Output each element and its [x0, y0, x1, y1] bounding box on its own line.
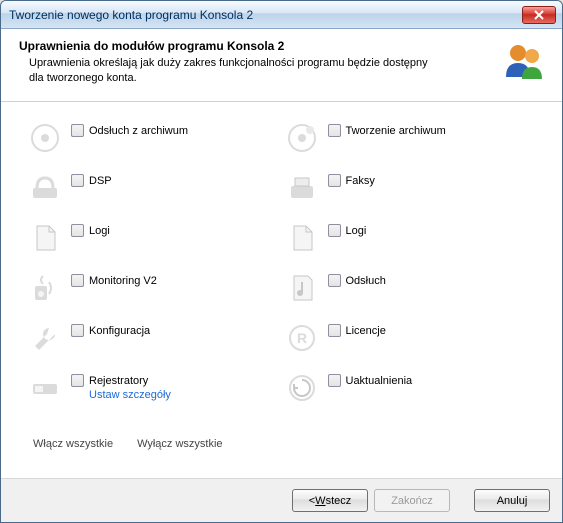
checkbox-archive-create[interactable]: [328, 124, 341, 137]
checkbox-logs-right[interactable]: [328, 224, 341, 237]
checkbox-dsp[interactable]: [71, 174, 84, 187]
header-title: Uprawnienia do modułów programu Konsola …: [19, 39, 488, 53]
wrench-icon: [29, 322, 61, 354]
page-icon: [29, 222, 61, 254]
wizard-window: Tworzenie nowego konta programu Konsola …: [0, 0, 563, 523]
label-fax: Faksy: [346, 175, 375, 187]
permission-recorders: Rejestratory Ustaw szczegóły: [29, 372, 278, 404]
permission-licenses: R Licencje: [286, 322, 535, 354]
checkbox-archive-listen[interactable]: [71, 124, 84, 137]
label-config: Konfiguracja: [89, 325, 150, 337]
phone-icon: [29, 172, 61, 204]
checkbox-fax[interactable]: [328, 174, 341, 187]
checkbox-config[interactable]: [71, 324, 84, 337]
header-description: Uprawnienia określają jak duży zakres fu…: [19, 56, 439, 86]
label-logs-right: Logi: [346, 225, 367, 237]
enable-all-link[interactable]: Włącz wszystkie: [33, 438, 113, 450]
disc-icon: [29, 122, 61, 154]
disable-all-link[interactable]: Wyłącz wszystkie: [137, 438, 222, 450]
window-title: Tworzenie nowego konta programu Konsola …: [9, 8, 522, 22]
footer: < Wstecz Zakończ Anuluj: [1, 478, 562, 522]
titlebar: Tworzenie nowego konta programu Konsola …: [1, 1, 562, 29]
permissions-grid: Odsłuch z archiwum Tworzenie archiwum DSP F…: [29, 122, 534, 404]
speaker-icon: [29, 272, 61, 304]
registered-icon: R: [286, 322, 318, 354]
checkbox-monitoring[interactable]: [71, 274, 84, 287]
label-dsp: DSP: [89, 175, 112, 187]
label-archive-create: Tworzenie archiwum: [346, 125, 446, 137]
cancel-button[interactable]: Anuluj: [474, 489, 550, 512]
label-logs-left: Logi: [89, 225, 110, 237]
back-button[interactable]: < Wstecz: [292, 489, 368, 512]
disc-burn-icon: [286, 122, 318, 154]
permission-logs-right: Logi: [286, 222, 535, 254]
permission-listen: Odsłuch: [286, 272, 535, 304]
close-button[interactable]: [522, 6, 556, 24]
device-icon: [29, 372, 61, 404]
label-monitoring: Monitoring V2: [89, 275, 157, 287]
content-area: Odsłuch z archiwum Tworzenie archiwum DSP F…: [1, 102, 562, 478]
checkbox-listen[interactable]: [328, 274, 341, 287]
checkbox-licenses[interactable]: [328, 324, 341, 337]
label-recorders: Rejestratory: [89, 375, 148, 387]
permission-logs-left: Logi: [29, 222, 278, 254]
finish-button: Zakończ: [374, 489, 450, 512]
checkbox-recorders[interactable]: [71, 374, 84, 387]
fax-icon: [286, 172, 318, 204]
permission-monitoring: Monitoring V2: [29, 272, 278, 304]
label-archive-listen: Odsłuch z archiwum: [89, 125, 188, 137]
toggle-links: Włącz wszystkie Wyłącz wszystkie: [29, 438, 534, 450]
close-icon: [534, 10, 544, 20]
label-listen: Odsłuch: [346, 275, 386, 287]
permission-config: Konfiguracja: [29, 322, 278, 354]
note-icon: [286, 272, 318, 304]
permission-archive-create: Tworzenie archiwum: [286, 122, 535, 154]
label-updates: Uaktualnienia: [346, 375, 413, 387]
permission-archive-listen: Odsłuch z archiwum: [29, 122, 278, 154]
page-icon: [286, 222, 318, 254]
svg-text:R: R: [296, 330, 306, 346]
permission-fax: Faksy: [286, 172, 535, 204]
refresh-icon: [286, 372, 318, 404]
label-licenses: Licencje: [346, 325, 386, 337]
details-link-recorders[interactable]: Ustaw szczegóły: [71, 389, 171, 401]
permission-updates: Uaktualnienia: [286, 372, 535, 404]
checkbox-logs-left[interactable]: [71, 224, 84, 237]
permission-dsp: DSP: [29, 172, 278, 204]
checkbox-updates[interactable]: [328, 374, 341, 387]
wizard-header: Uprawnienia do modułów programu Konsola …: [1, 29, 562, 102]
users-icon: [500, 39, 548, 87]
